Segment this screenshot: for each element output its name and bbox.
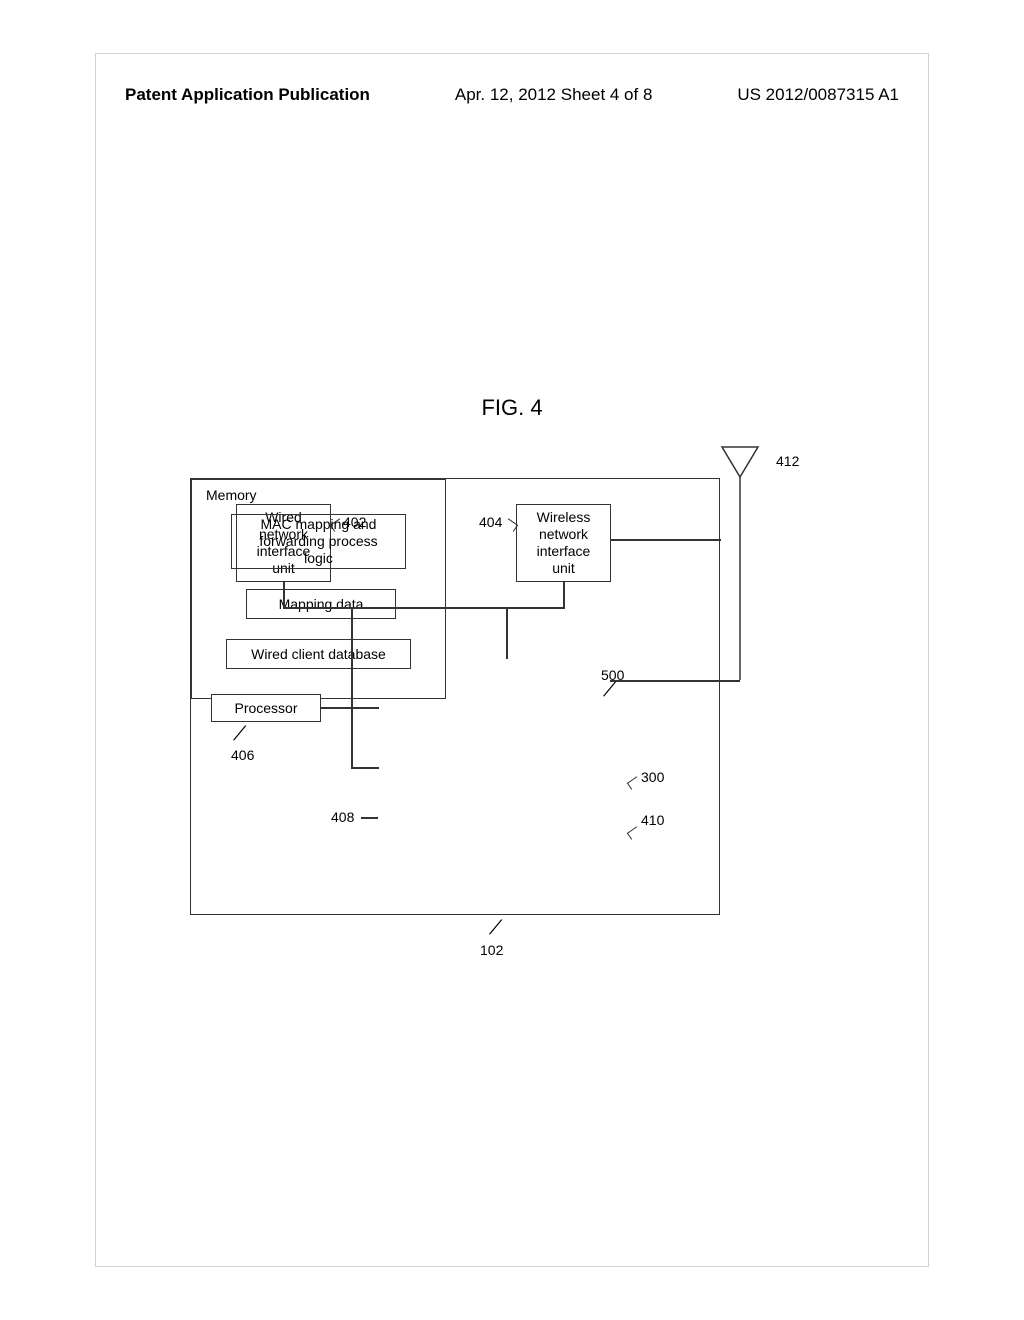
ref-404: 404	[479, 514, 502, 530]
processor-box: Processor	[211, 694, 321, 722]
tick-300	[627, 776, 641, 789]
conn-proc-vert2	[351, 707, 353, 767]
conn-bus-top	[283, 607, 565, 609]
wired-client-db-box: Wired client database	[226, 639, 411, 669]
conn-proc-mem	[321, 707, 379, 709]
figure-title: FIG. 4	[481, 395, 542, 421]
ref-406: 406	[231, 747, 254, 763]
header-left: Patent Application Publication	[125, 85, 370, 105]
mac-l2: forwarding process	[259, 533, 377, 550]
mac-l1: MAC mapping and	[261, 516, 377, 533]
header-right: US 2012/0087315 A1	[737, 85, 899, 105]
mac-l3: logic	[304, 550, 333, 567]
diagram: 412 Wired network interface unit Wireles…	[190, 445, 820, 955]
antenna-icon	[720, 445, 770, 750]
ref-300: 300	[641, 769, 664, 785]
tick-410	[627, 826, 641, 839]
conn-bus-mem	[506, 607, 508, 659]
ref-410: 410	[641, 812, 664, 828]
wireless-l2: network	[539, 526, 588, 543]
processor-label: Processor	[234, 700, 297, 717]
page-header: Patent Application Publication Apr. 12, …	[125, 85, 899, 105]
ref-408: 408	[331, 809, 354, 825]
wireless-l4: unit	[552, 560, 575, 577]
slash-406: /	[232, 723, 246, 746]
wireless-l1: Wireless	[537, 509, 591, 526]
line-408	[361, 817, 378, 819]
conn-proc-bot	[351, 767, 379, 769]
wireless-l3: interface	[537, 543, 591, 560]
conn-antenna-ext	[610, 680, 740, 682]
slash-102: /	[488, 917, 502, 940]
conn-proc-vert	[351, 607, 353, 707]
database-label: Wired client database	[251, 646, 386, 662]
ref-412: 412	[776, 453, 799, 469]
mac-process-box: MAC mapping and forwarding process logic	[231, 514, 406, 569]
conn-wireless-down	[563, 582, 565, 607]
wireless-interface-box: Wireless network interface unit	[516, 504, 611, 582]
memory-label: Memory	[206, 487, 257, 503]
ref-102: 102	[480, 942, 503, 958]
header-center: Apr. 12, 2012 Sheet 4 of 8	[455, 85, 653, 105]
conn-wireless-antenna	[611, 539, 721, 541]
mapping-data-box: Mapping data	[246, 589, 396, 619]
conn-wired-down	[283, 582, 285, 607]
device-main-box: Wired network interface unit Wireless ne…	[190, 478, 720, 915]
